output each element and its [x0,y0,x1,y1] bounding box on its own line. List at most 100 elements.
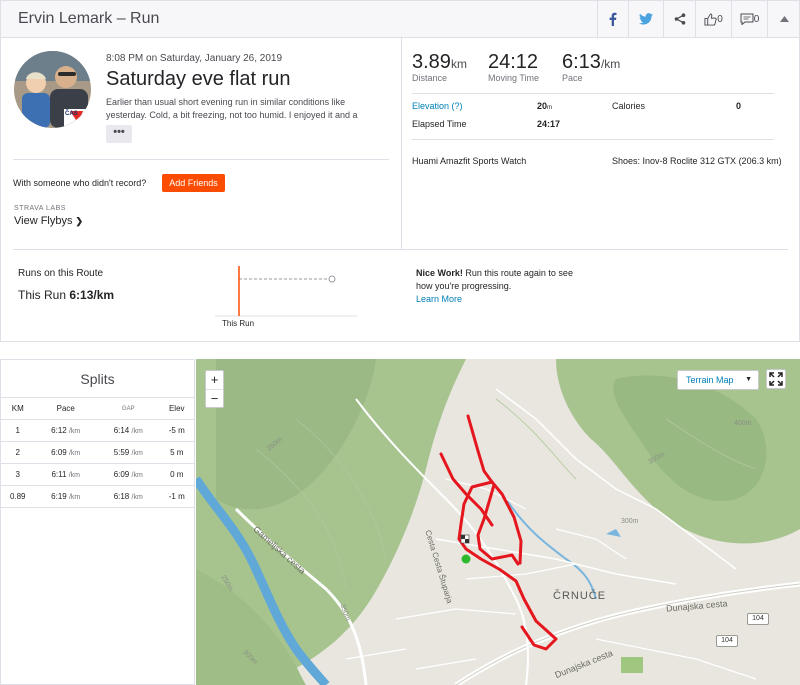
kudos-button[interactable]: 0 [695,1,731,37]
comments-count: 0 [753,13,760,25]
divider [13,159,389,160]
device-name: Huami Amazfit Sports Watch [412,156,527,166]
activity-date: 8:08 PM on Saturday, January 26, 2019 [106,53,283,64]
activity-description: Earlier than usual short evening run in … [106,97,358,120]
table-row: 1 6:12 /km 6:14 /km -5 m [1,419,194,442]
elevation-label[interactable]: Elevation (?) [412,101,463,111]
pace-label: Pace [562,73,583,83]
split-gap-value: 6:14 [113,426,130,435]
calories-value: 0 [736,101,742,111]
road [435,538,677,585]
shoes-info: Shoes: Inov-8 Roclite 312 GTX (206.3 km) [612,156,782,166]
split-elev-value: 5 [170,448,175,457]
split-elev: -5 m [159,419,194,442]
add-friends-button[interactable]: Add Friends [162,174,225,192]
start-marker [461,554,471,564]
activity-header: Ervin Lemark – Run 0 0 [0,0,800,38]
map-type-select[interactable]: Terrain Map ▼ [677,370,759,390]
activity-summary: ČAS 8:08 PM on Saturday, January 26, 201… [0,37,800,342]
split-pace-unit: /km [68,472,80,479]
stat-distance: 3.89km Distance [412,51,467,83]
split-pace-unit: /km [68,428,81,435]
park-area [621,657,643,673]
view-flybys-link[interactable]: View Flybys ❯ [14,215,83,227]
split-pace: 6:09 /km [34,441,97,464]
this-run-prefix: This Run [18,288,67,302]
split-gap: 5:59 /km [96,441,160,464]
divider [412,93,774,94]
kudos-count: 0 [717,13,723,25]
avatar[interactable]: ČAS [14,51,91,128]
fullscreen-button[interactable] [766,369,786,389]
show-more-button[interactable]: ••• [106,125,132,143]
share-button[interactable] [663,1,695,37]
moving-time-label: Moving Time [488,73,540,83]
split-elev: 5 m [159,441,194,464]
avatar-badge-text: ČAS [65,110,78,117]
with-someone-text: With someone who didn't record? [13,178,147,188]
twitter-icon [639,13,653,25]
activity-route [439,414,558,651]
facebook-share-button[interactable] [597,1,628,37]
learn-more-link[interactable]: Learn More [416,294,462,304]
split-gap-value: 6:09 [113,470,130,479]
split-elev-value: -1 [168,492,176,501]
split-elev-value: 0 [170,470,175,479]
split-elev-unit: m [176,470,184,479]
twitter-share-button[interactable] [628,1,663,37]
split-pace-value: 6:19 [51,492,67,501]
split-elev: 0 m [159,463,194,486]
collapse-button[interactable] [767,1,800,37]
route-map[interactable]: + − Terrain Map ▼ Gameljska cesta Cesta C… [196,359,800,685]
split-km: 1 [1,419,35,442]
split-pace: 6:11 /km [34,463,97,486]
zoom-out-button[interactable]: − [206,389,223,407]
comments-button[interactable]: 0 [731,1,767,37]
nice-work-bold: Nice Work! [416,268,463,278]
chart-point [328,275,336,283]
athlete-photo: ČAS [14,51,91,128]
strava-labs-label: STRAVA LABS [14,205,66,212]
split-gap: 6:09 /km [96,463,160,486]
splits-table: KM Pace GAP Elev 1 6:12 /km 6:14 /km -5 … [1,397,194,508]
map-type-label: Terrain Map [686,375,734,385]
split-gap: 6:14 /km [96,419,160,442]
vertical-divider [401,37,402,249]
nice-work-message: Nice Work! Run this route again to see h… [416,267,591,293]
runs-on-route-label: Runs on this Route [18,268,104,279]
col-pace: Pace [34,397,97,420]
split-pace-value: 6:11 [51,470,67,479]
table-row: 2 6:09 /km 5:59 /km 5 m [1,441,194,464]
split-elev-value: -5 [168,426,176,435]
zoom-controls: + − [205,370,224,408]
route-progress-chart [215,266,357,317]
chart-label: This Run [222,319,255,328]
split-pace-unit: /km [68,494,81,501]
col-gap: GAP [96,397,160,420]
split-gap-value: 5:59 [113,448,130,457]
table-row: 0.89 6:19 /km 6:18 /km -1 m [1,485,194,508]
activity-title: Saturday eve flat run [106,68,291,90]
map-label-town: ČRNUČE [553,590,607,602]
finish-flag-icon [460,534,470,544]
splits-title: Splits [80,371,115,387]
split-km: 3 [1,463,35,486]
share-icon [674,13,685,25]
stat-moving-time: 24:12 Moving Time [488,51,539,83]
distance-value: 3.89 [412,51,451,73]
moving-time-value: 24:12 [488,51,539,73]
split-gap-value: 6:18 [113,492,130,501]
elevation-number: 20 [537,101,548,111]
split-elev: -1 m [159,485,194,508]
pace-unit: /km [600,57,621,71]
split-km: 0.89 [1,485,35,508]
table-row: 3 6:11 /km 6:09 /km 0 m [1,463,194,486]
split-pace-value: 6:09 [51,448,67,457]
comment-icon [740,13,754,25]
col-elev: Elev [159,397,194,420]
contour-label: 300m [621,518,639,525]
split-gap-unit: /km [131,428,143,435]
col-km: KM [1,397,35,420]
split-elev-unit: m [178,426,185,435]
zoom-in-button[interactable]: + [206,371,223,389]
